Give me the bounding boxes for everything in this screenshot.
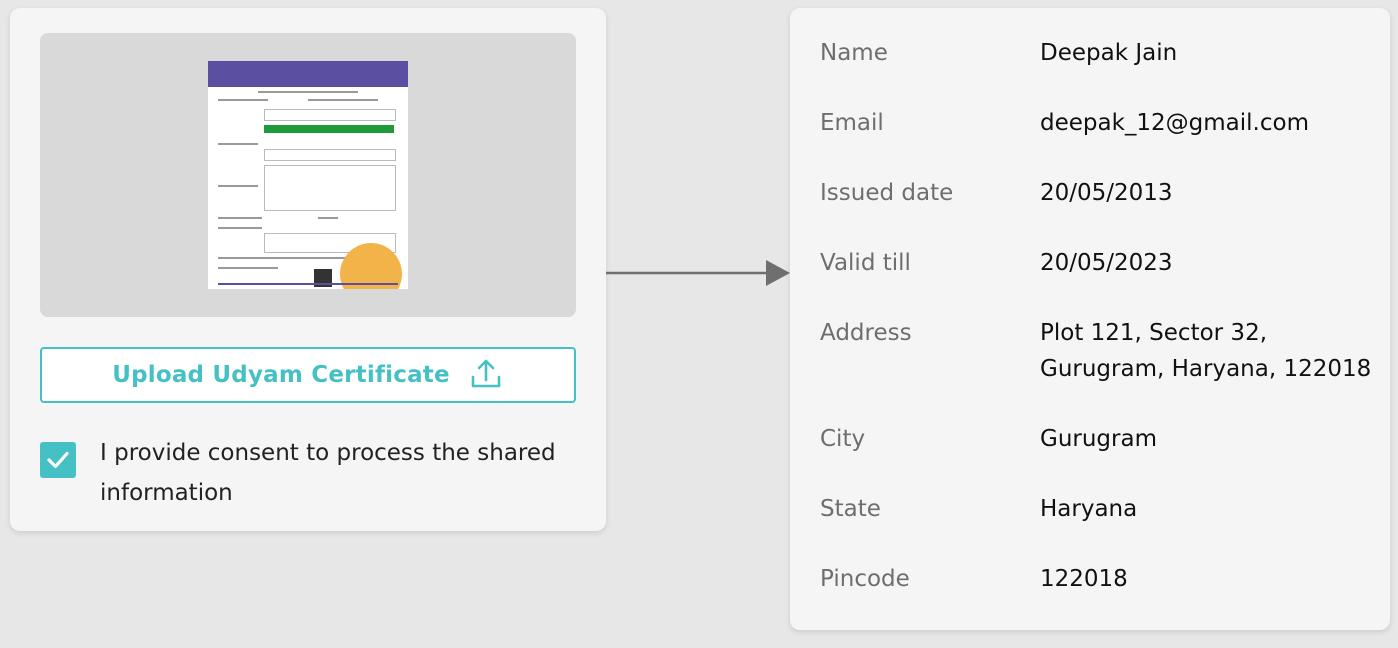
extracted-details-card: Name Deepak Jain Email deepak_12@gmail.c… <box>790 8 1390 630</box>
arrow-head-icon <box>766 260 790 286</box>
detail-value: Deepak Jain <box>1040 40 1178 66</box>
consent-label: I provide consent to process the shared … <box>100 440 556 506</box>
certificate-header <box>208 61 408 87</box>
detail-label: State <box>820 496 881 522</box>
detail-value: Gurugram <box>1040 426 1157 452</box>
certificate-table <box>264 165 396 211</box>
detail-value: 20/05/2013 <box>1040 180 1173 206</box>
detail-value: Haryana <box>1040 496 1138 522</box>
checkmark-icon <box>47 451 69 469</box>
certificate-title-line <box>258 91 358 93</box>
detail-value: Plot 121, Sector 32, Gurugram, Haryana, … <box>1040 315 1380 387</box>
detail-label: Valid till <box>820 250 911 276</box>
certificate-text-line <box>308 99 378 101</box>
detail-label: Email <box>820 110 884 136</box>
detail-label: Address <box>820 320 912 346</box>
consent-checkbox[interactable] <box>40 442 76 478</box>
arrow-connector <box>606 260 790 286</box>
certificate-table <box>264 109 396 121</box>
detail-label: City <box>820 426 866 452</box>
certificate-preview <box>40 33 576 317</box>
certificate-text-line <box>318 217 338 219</box>
detail-label: Name <box>820 40 888 66</box>
certificate-text-line <box>218 99 268 101</box>
certificate-table <box>264 149 396 161</box>
upload-certificate-button[interactable]: Upload Udyam Certificate <box>40 347 576 403</box>
upload-icon <box>471 359 501 388</box>
certificate-footer <box>218 283 398 285</box>
certificate-text-line <box>218 227 262 229</box>
certificate-text-line <box>218 185 258 187</box>
certificate-thumbnail <box>208 61 408 289</box>
upload-card: Upload Udyam Certificate I provide conse… <box>10 8 606 531</box>
detail-value: 122018 <box>1040 566 1128 592</box>
certificate-text-line <box>218 217 262 219</box>
upload-button-label: Upload Udyam Certificate <box>112 362 450 388</box>
address-line-1: Plot 121, Sector 32, <box>1040 320 1268 346</box>
certificate-text-line <box>218 267 278 269</box>
detail-label: Issued date <box>820 180 954 206</box>
detail-value: deepak_12@gmail.com <box>1040 110 1309 136</box>
detail-label: Pincode <box>820 566 910 592</box>
address-line-2: Gurugram, Haryana, 122018 <box>1040 356 1372 382</box>
certificate-green-bar <box>264 125 394 133</box>
detail-value: 20/05/2023 <box>1040 250 1173 276</box>
certificate-text-line <box>218 143 258 145</box>
